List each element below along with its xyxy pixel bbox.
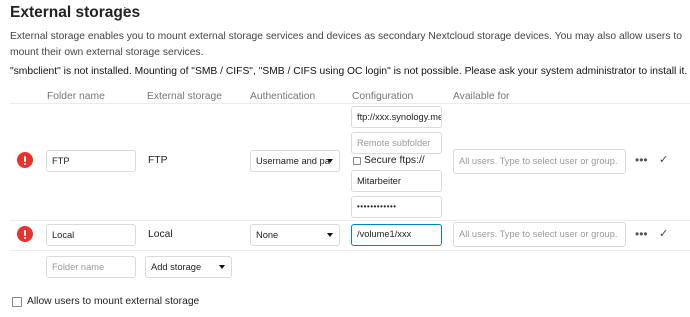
password-input[interactable]: •••••••••••• bbox=[351, 196, 442, 218]
row-divider bbox=[10, 250, 690, 251]
external-storage-type: Local bbox=[148, 229, 173, 240]
allow-user-mount-checkbox[interactable] bbox=[12, 297, 22, 307]
folder-name-input[interactable]: Local bbox=[46, 224, 136, 246]
folder-name-input[interactable]: FTP bbox=[46, 150, 136, 172]
available-for-input[interactable]: All users. Type to select user or group. bbox=[453, 149, 626, 174]
new-folder-name-input[interactable]: Folder name bbox=[46, 256, 136, 278]
more-options-icon[interactable]: ••• bbox=[635, 153, 648, 167]
authentication-select-value: None bbox=[256, 230, 279, 240]
column-header-available-for: Available for bbox=[453, 91, 510, 102]
info-icon[interactable]: i bbox=[123, 5, 127, 19]
host-input[interactable]: ftp://xxx.synology.me bbox=[351, 106, 442, 128]
header-divider bbox=[10, 103, 690, 104]
authentication-select[interactable]: None bbox=[250, 224, 340, 246]
error-icon[interactable] bbox=[17, 226, 33, 242]
more-options-icon[interactable]: ••• bbox=[635, 227, 648, 241]
save-checkmark-icon[interactable]: ✓ bbox=[659, 153, 668, 166]
description-text: External storage enables you to mount ex… bbox=[10, 31, 682, 58]
row-divider bbox=[10, 220, 690, 221]
path-input[interactable]: /volume1/xxx bbox=[351, 224, 442, 246]
available-for-input[interactable]: All users. Type to select user or group. bbox=[453, 222, 626, 247]
caret-down-icon bbox=[327, 159, 333, 163]
page-title: External storages bbox=[10, 4, 141, 21]
secure-ftps-label[interactable]: Secure ftps:// bbox=[364, 155, 425, 166]
allow-user-mount-label[interactable]: Allow users to mount external storage bbox=[27, 296, 199, 307]
secure-ftps-checkbox[interactable] bbox=[353, 157, 361, 165]
column-header-configuration: Configuration bbox=[352, 91, 414, 102]
smbclient-warning: "smbclient" is not installed. Mounting o… bbox=[10, 66, 688, 77]
column-header-external-storage: External storage bbox=[147, 91, 222, 102]
authentication-select[interactable]: Username and pa bbox=[250, 150, 340, 172]
save-checkmark-icon[interactable]: ✓ bbox=[659, 227, 668, 240]
error-icon[interactable] bbox=[17, 152, 33, 168]
user-input[interactable]: Mitarbeiter bbox=[351, 170, 442, 192]
caret-down-icon bbox=[219, 265, 225, 269]
add-storage-select[interactable]: Add storage bbox=[145, 256, 232, 278]
caret-down-icon bbox=[327, 233, 333, 237]
remote-subfolder-input[interactable]: Remote subfolder bbox=[351, 132, 442, 154]
authentication-select-value: Username and pa bbox=[256, 156, 330, 166]
column-header-authentication: Authentication bbox=[250, 91, 316, 102]
column-header-folder-name: Folder name bbox=[47, 91, 105, 102]
external-storage-type: FTP bbox=[148, 155, 168, 166]
add-storage-label: Add storage bbox=[151, 262, 202, 272]
